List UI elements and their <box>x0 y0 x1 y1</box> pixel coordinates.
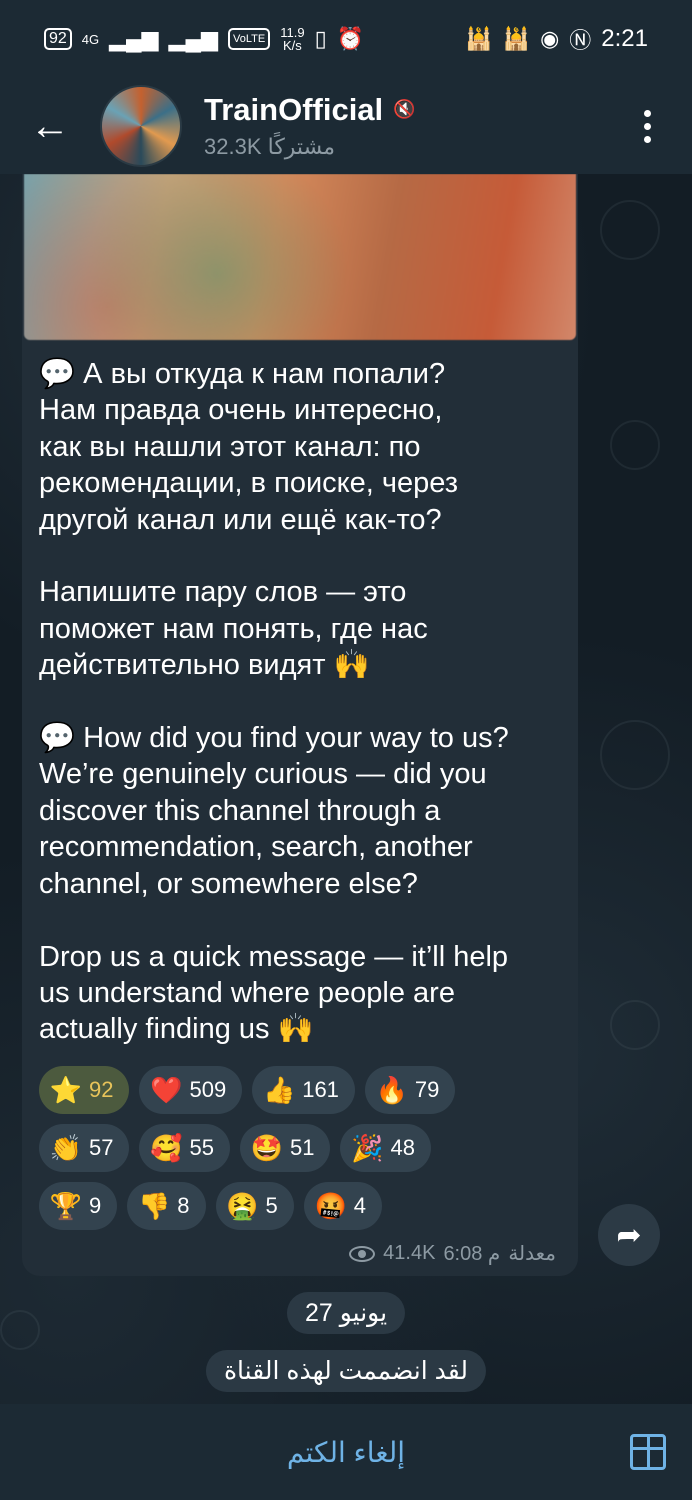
reaction-chip[interactable]: 🎉 48 <box>340 1124 431 1172</box>
reaction-count: 161 <box>302 1077 339 1102</box>
message-meta: 41.4K 6:08 م معدلة <box>349 1241 556 1266</box>
edited-label: معدلة <box>508 1243 556 1265</box>
clock: 2:21 <box>601 25 648 52</box>
reaction-count: 55 <box>189 1135 214 1160</box>
channel-name: TrainOfficial <box>204 92 384 127</box>
background-doodle <box>600 200 660 260</box>
back-arrow-icon[interactable]: ← <box>0 104 100 149</box>
background-doodle <box>600 720 670 790</box>
reaction-emoji-icon: 🔥 <box>375 1074 409 1105</box>
reaction-chip[interactable]: ⭐ 92 <box>39 1066 130 1114</box>
network-speed: 11.9 K/s <box>280 26 304 52</box>
network-speed-unit: K/s <box>283 38 302 53</box>
reaction-emoji-icon: ❤️ <box>150 1074 183 1105</box>
muted-speaker-icon: 🔇 <box>393 99 416 119</box>
reaction-row: 👏 57 🥰 55 🤩 51 🎉 48 <box>39 1124 569 1172</box>
reaction-emoji-icon: 🤮 <box>226 1190 259 1221</box>
network-type: 4G <box>81 31 100 47</box>
reaction-count: 4 <box>353 1193 366 1218</box>
view-count: 41.4K <box>383 1242 436 1264</box>
reaction-emoji-icon: 🏆 <box>49 1190 83 1221</box>
battery-indicator: 92 <box>44 28 72 50</box>
vibrate-icon: ▯ <box>314 26 327 51</box>
reaction-count: 57 <box>89 1135 114 1160</box>
status-left: 92 4G ▂▄▆ ▂▄▆ VoLTE 11.9 K/s ▯ ⏰ <box>44 26 364 52</box>
signal-icon: ▂▄▆ <box>109 26 159 51</box>
volte-badge: VoLTE <box>228 28 271 50</box>
share-arrow-icon[interactable]: ➦ <box>598 1204 660 1266</box>
nfc-icon: Ⓝ <box>569 28 592 53</box>
reaction-emoji-icon: 🤩 <box>250 1132 284 1163</box>
message-text: 💬 А вы откуда к нам попали? Нам правда о… <box>39 358 509 1046</box>
message-time: 6:08 م <box>443 1243 501 1265</box>
background-doodle <box>610 1000 660 1050</box>
reaction-emoji-icon: 🤬 <box>314 1190 347 1221</box>
channel-info[interactable]: TrainOfficial 🔇 32.3K مشتركًا <box>204 92 602 160</box>
alarm-icon: ⏰ <box>336 26 365 51</box>
reaction-chip[interactable]: 🔥 79 <box>364 1066 456 1114</box>
reaction-count: 79 <box>414 1077 440 1102</box>
unmute-button[interactable]: إلغاء الكتم <box>287 1436 405 1469</box>
reaction-emoji-icon: 🎉 <box>351 1132 384 1163</box>
reaction-count: 509 <box>189 1077 227 1102</box>
reaction-chip[interactable]: 👏 57 <box>39 1124 130 1172</box>
reaction-count: 9 <box>89 1193 102 1218</box>
reaction-chip[interactable]: 🤬 4 <box>303 1182 382 1230</box>
reaction-count: 48 <box>390 1135 415 1160</box>
reaction-emoji-icon: 🥰 <box>150 1132 183 1163</box>
message-media-image[interactable] <box>24 174 576 340</box>
gift-icon[interactable] <box>630 1434 666 1470</box>
reaction-count: 5 <box>265 1193 278 1218</box>
reaction-chip[interactable]: 🏆 9 <box>39 1182 118 1230</box>
reactions: ⭐ 92 ❤️ 509 👍 161 🔥 79 👏 57 🥰 55 🤩 51 🎉 48 🏆 9 👎 8 🤮 5 🤬 4 <box>39 1066 569 1240</box>
reaction-count: 51 <box>289 1135 315 1160</box>
messenger-icon: ◉ <box>540 26 560 51</box>
reaction-emoji-icon: 👎 <box>138 1190 171 1221</box>
status-right: 🕌 🕌 ◉ Ⓝ 2:21 <box>465 23 648 55</box>
status-bar: 92 4G ▂▄▆ ▂▄▆ VoLTE 11.9 K/s ▯ ⏰ 🕌 🕌 ◉ Ⓝ… <box>0 0 692 78</box>
eye-icon <box>349 1245 376 1262</box>
reaction-count: 8 <box>177 1193 190 1218</box>
mosque-icon: 🕌 <box>465 26 493 51</box>
background-doodle <box>610 420 660 470</box>
reaction-chip[interactable]: 🤮 5 <box>215 1182 294 1230</box>
signal-icon-2: ▂▄▆ <box>168 26 219 51</box>
reaction-chip[interactable]: 🥰 55 <box>139 1124 230 1172</box>
channel-avatar[interactable] <box>100 85 182 167</box>
bottom-bar: إلغاء الكتم <box>0 1404 692 1500</box>
channel-title-row: TrainOfficial 🔇 <box>204 92 602 128</box>
message-bubble[interactable]: 💬 А вы откуда к нам попали? Нам правда о… <box>22 174 578 1276</box>
chat-header: ← TrainOfficial 🔇 32.3K مشتركًا <box>0 78 692 174</box>
reaction-emoji-icon: 👏 <box>49 1132 83 1163</box>
joined-notice: لقد انضممت لهذه القناة <box>205 1350 487 1392</box>
subscriber-count: 32.3K مشتركًا <box>204 134 335 159</box>
reaction-count: 92 <box>89 1077 114 1102</box>
date-separator: 27 يونيو <box>286 1292 406 1334</box>
reaction-row: 🏆 9 👎 8 🤮 5 🤬 4 <box>39 1182 569 1230</box>
reaction-emoji-icon: ⭐ <box>49 1074 83 1105</box>
mosque-icon-2: 🕌 <box>502 26 531 51</box>
reaction-chip[interactable]: 👎 8 <box>127 1182 206 1230</box>
reaction-emoji-icon: 👍 <box>263 1074 296 1105</box>
reaction-chip[interactable]: ❤️ 509 <box>139 1066 243 1114</box>
background-doodle <box>0 1310 40 1350</box>
more-options-icon[interactable] <box>602 109 692 143</box>
reaction-chip[interactable]: 🤩 51 <box>239 1124 331 1172</box>
reaction-chip[interactable]: 👍 161 <box>252 1066 355 1114</box>
reaction-row: ⭐ 92 ❤️ 509 👍 161 🔥 79 <box>39 1066 569 1114</box>
